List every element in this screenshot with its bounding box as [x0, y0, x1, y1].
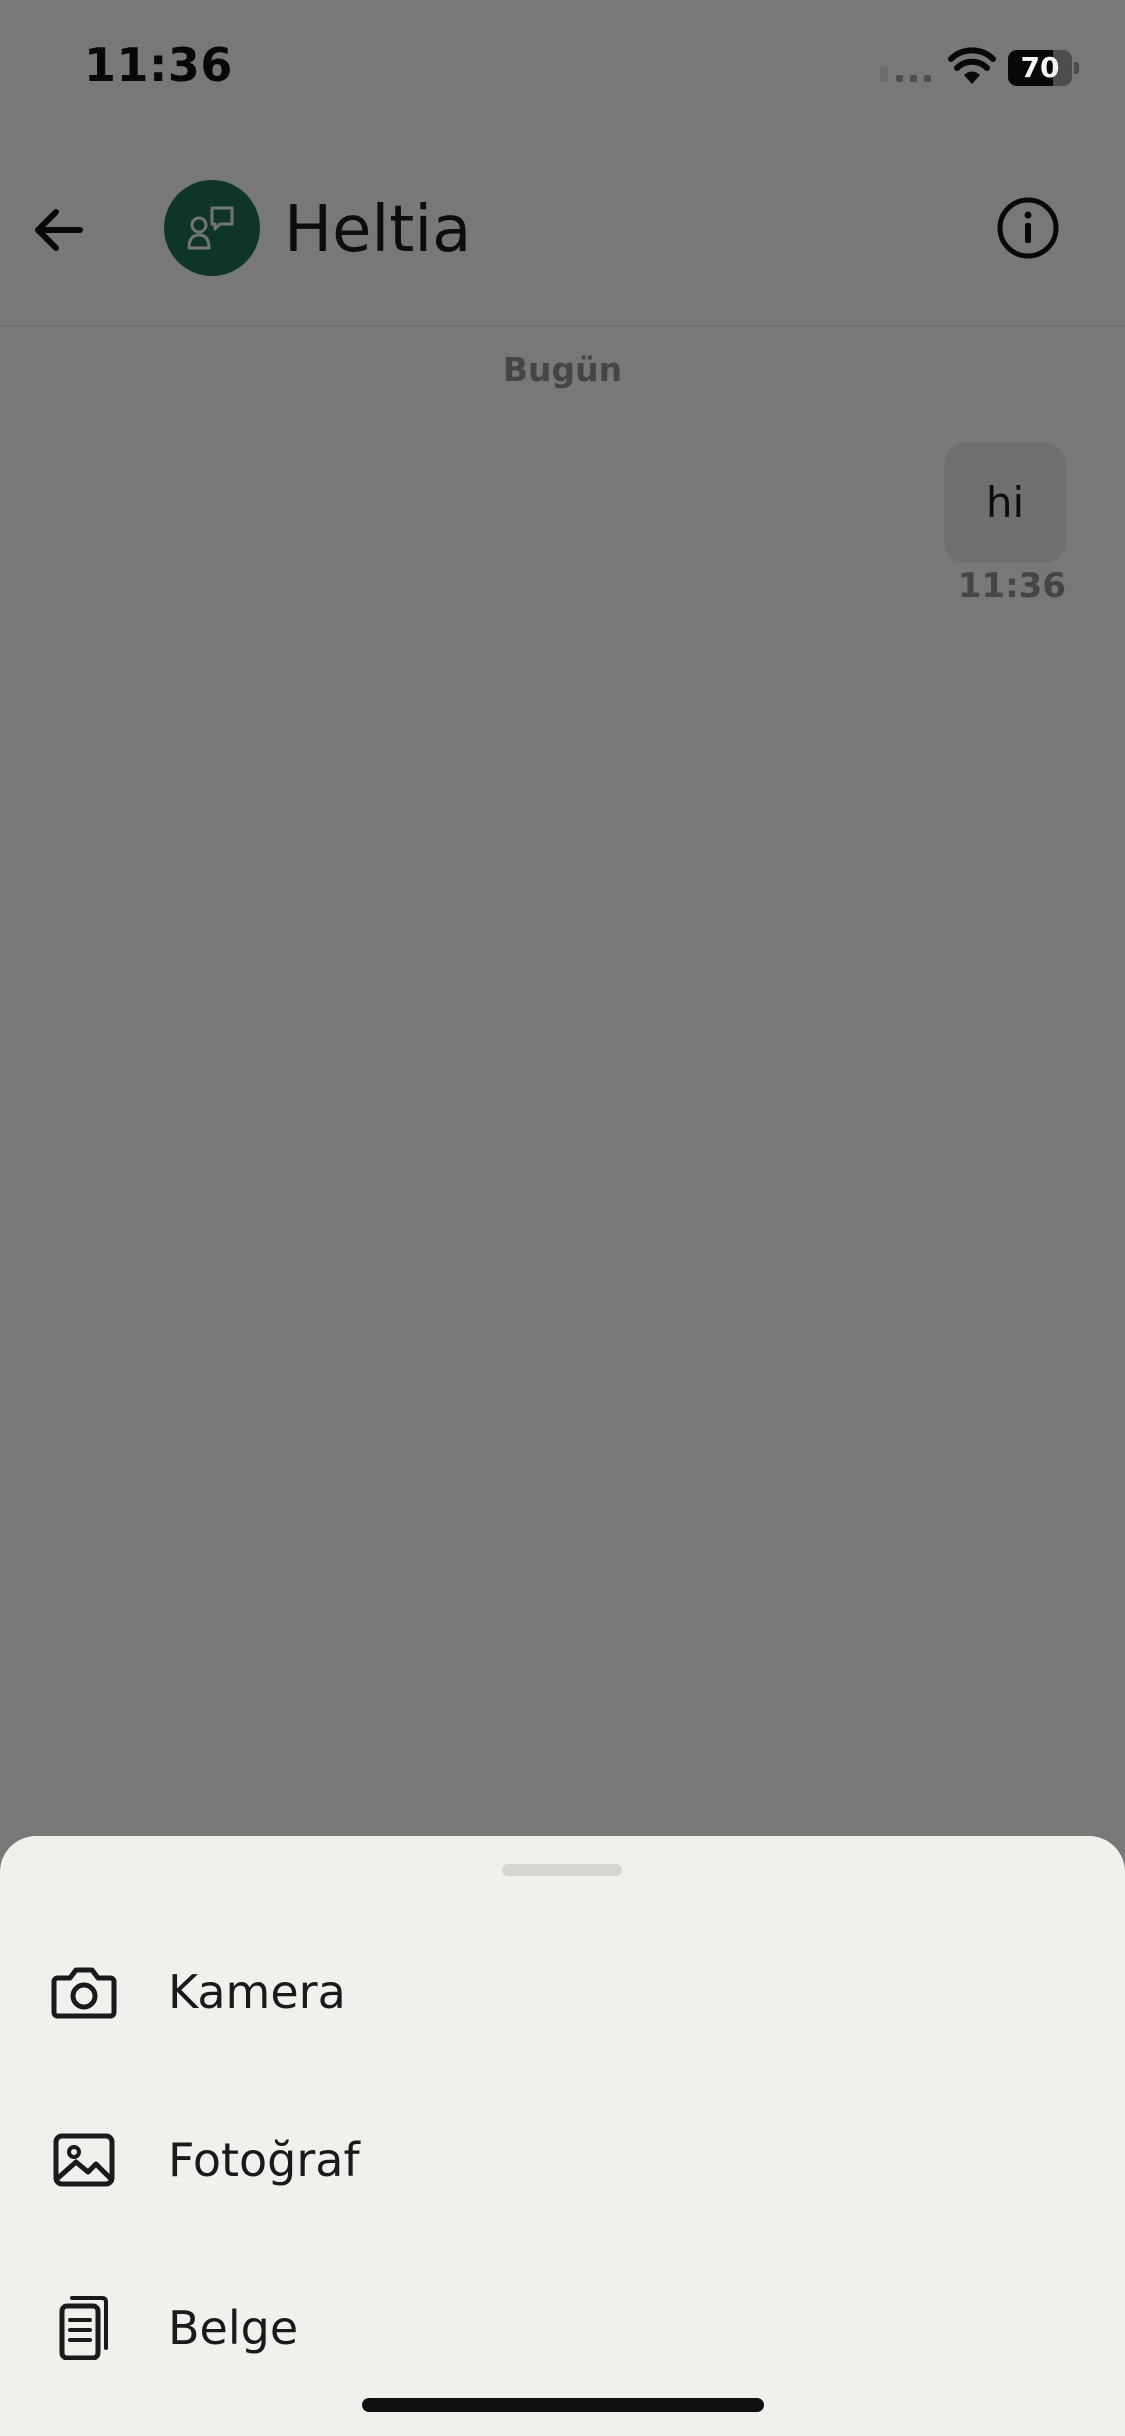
sheet-drag-handle[interactable] [502, 1864, 622, 1876]
battery-icon: 70 [1008, 50, 1072, 86]
document-icon [59, 2296, 108, 2360]
photo-option-label: Fotoğraf [168, 2133, 360, 2187]
attach-photo-option[interactable]: Fotoğraf [0, 2085, 1125, 2235]
image-icon [53, 2133, 115, 2187]
attach-document-option[interactable]: Belge [0, 2253, 1125, 2403]
attach-camera-option[interactable]: Kamera [0, 1917, 1125, 2067]
camera-icon [51, 1967, 117, 2019]
battery-level: 70 [1020, 51, 1060, 84]
home-indicator[interactable] [362, 2398, 764, 2412]
document-option-label: Belge [168, 2301, 299, 2355]
battery-indicator: 70 [1008, 50, 1080, 86]
attachment-bottom-sheet: Kamera Fotoğraf Belge [0, 1836, 1125, 2436]
camera-option-label: Kamera [168, 1965, 346, 2019]
